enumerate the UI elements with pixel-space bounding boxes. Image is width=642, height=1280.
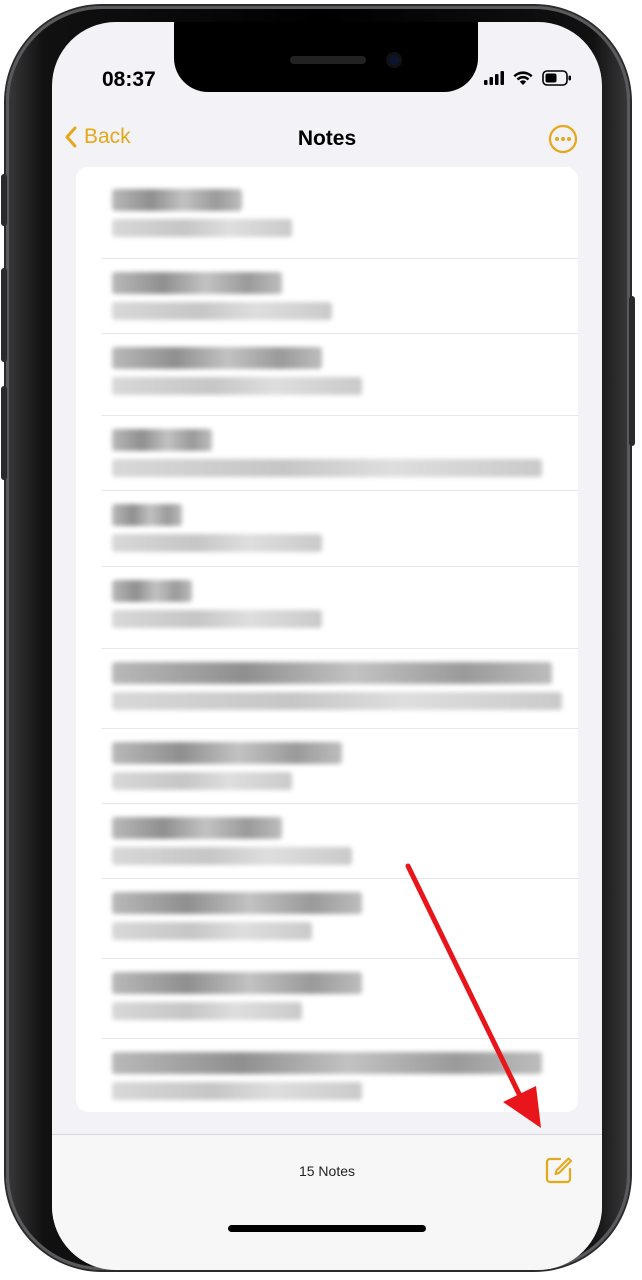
note-title-redacted [112, 189, 242, 211]
front-camera [386, 52, 402, 68]
navigation-bar: Back Notes [52, 118, 602, 172]
note-row[interactable] [102, 892, 578, 964]
note-row[interactable] [102, 1052, 578, 1112]
more-button[interactable] [548, 124, 578, 159]
volume-down-button [1, 386, 7, 480]
row-separator [102, 803, 578, 804]
row-separator [102, 648, 578, 649]
page-title: Notes [297, 127, 357, 150]
battery-icon [542, 70, 571, 86]
screen: 08:37 Back Notes 15 Notes [52, 22, 602, 1270]
compose-icon [545, 1157, 572, 1184]
note-preview-redacted [112, 219, 292, 237]
note-title-redacted [112, 972, 362, 994]
note-preview-redacted [112, 692, 562, 710]
note-row[interactable] [102, 580, 578, 652]
bottom-toolbar: 15 Notes [52, 1134, 602, 1270]
note-title-redacted [112, 504, 182, 526]
note-title-redacted [112, 817, 282, 839]
note-preview-redacted [112, 1002, 302, 1020]
row-separator [102, 566, 578, 567]
cellular-signal-icon [484, 71, 504, 85]
note-title-redacted [112, 742, 342, 764]
compose-button[interactable] [544, 1155, 574, 1190]
note-preview-redacted [112, 610, 322, 628]
note-title-redacted [112, 580, 192, 602]
note-row[interactable] [102, 189, 578, 261]
row-separator [102, 1038, 578, 1039]
note-title-redacted [112, 662, 552, 684]
note-preview-redacted [112, 847, 352, 865]
note-preview-redacted [112, 459, 542, 477]
notes-list [76, 167, 578, 1112]
note-title-redacted [112, 347, 322, 369]
side-button [629, 296, 635, 446]
speaker-grille [290, 56, 366, 64]
note-preview-redacted [112, 302, 332, 320]
note-row[interactable] [102, 662, 578, 734]
notes-count: 15 Notes [298, 1163, 356, 1179]
volume-up-button [1, 268, 7, 362]
row-separator [102, 333, 578, 334]
note-title-redacted [112, 892, 362, 914]
note-title-redacted [112, 1052, 542, 1074]
row-separator [102, 878, 578, 879]
note-preview-redacted [112, 377, 362, 395]
row-separator [102, 258, 578, 259]
row-separator [102, 490, 578, 491]
status-icons [484, 70, 572, 86]
note-title-redacted [112, 272, 282, 294]
row-separator [102, 728, 578, 729]
mute-switch [1, 174, 7, 226]
row-separator [102, 415, 578, 416]
ellipsis-circle-icon [548, 124, 578, 154]
note-row[interactable] [102, 972, 578, 1044]
note-preview-redacted [112, 1082, 362, 1100]
row-separator [102, 958, 578, 959]
wifi-icon [513, 71, 533, 85]
phone-frame: 08:37 Back Notes 15 Notes [1, 6, 635, 1270]
note-row[interactable] [102, 347, 578, 419]
note-title-redacted [112, 429, 212, 451]
notch [174, 22, 478, 92]
home-indicator [228, 1225, 426, 1232]
status-time: 08:37 [102, 68, 156, 91]
note-preview-redacted [112, 772, 292, 790]
note-preview-redacted [112, 534, 322, 552]
note-preview-redacted [112, 922, 312, 940]
